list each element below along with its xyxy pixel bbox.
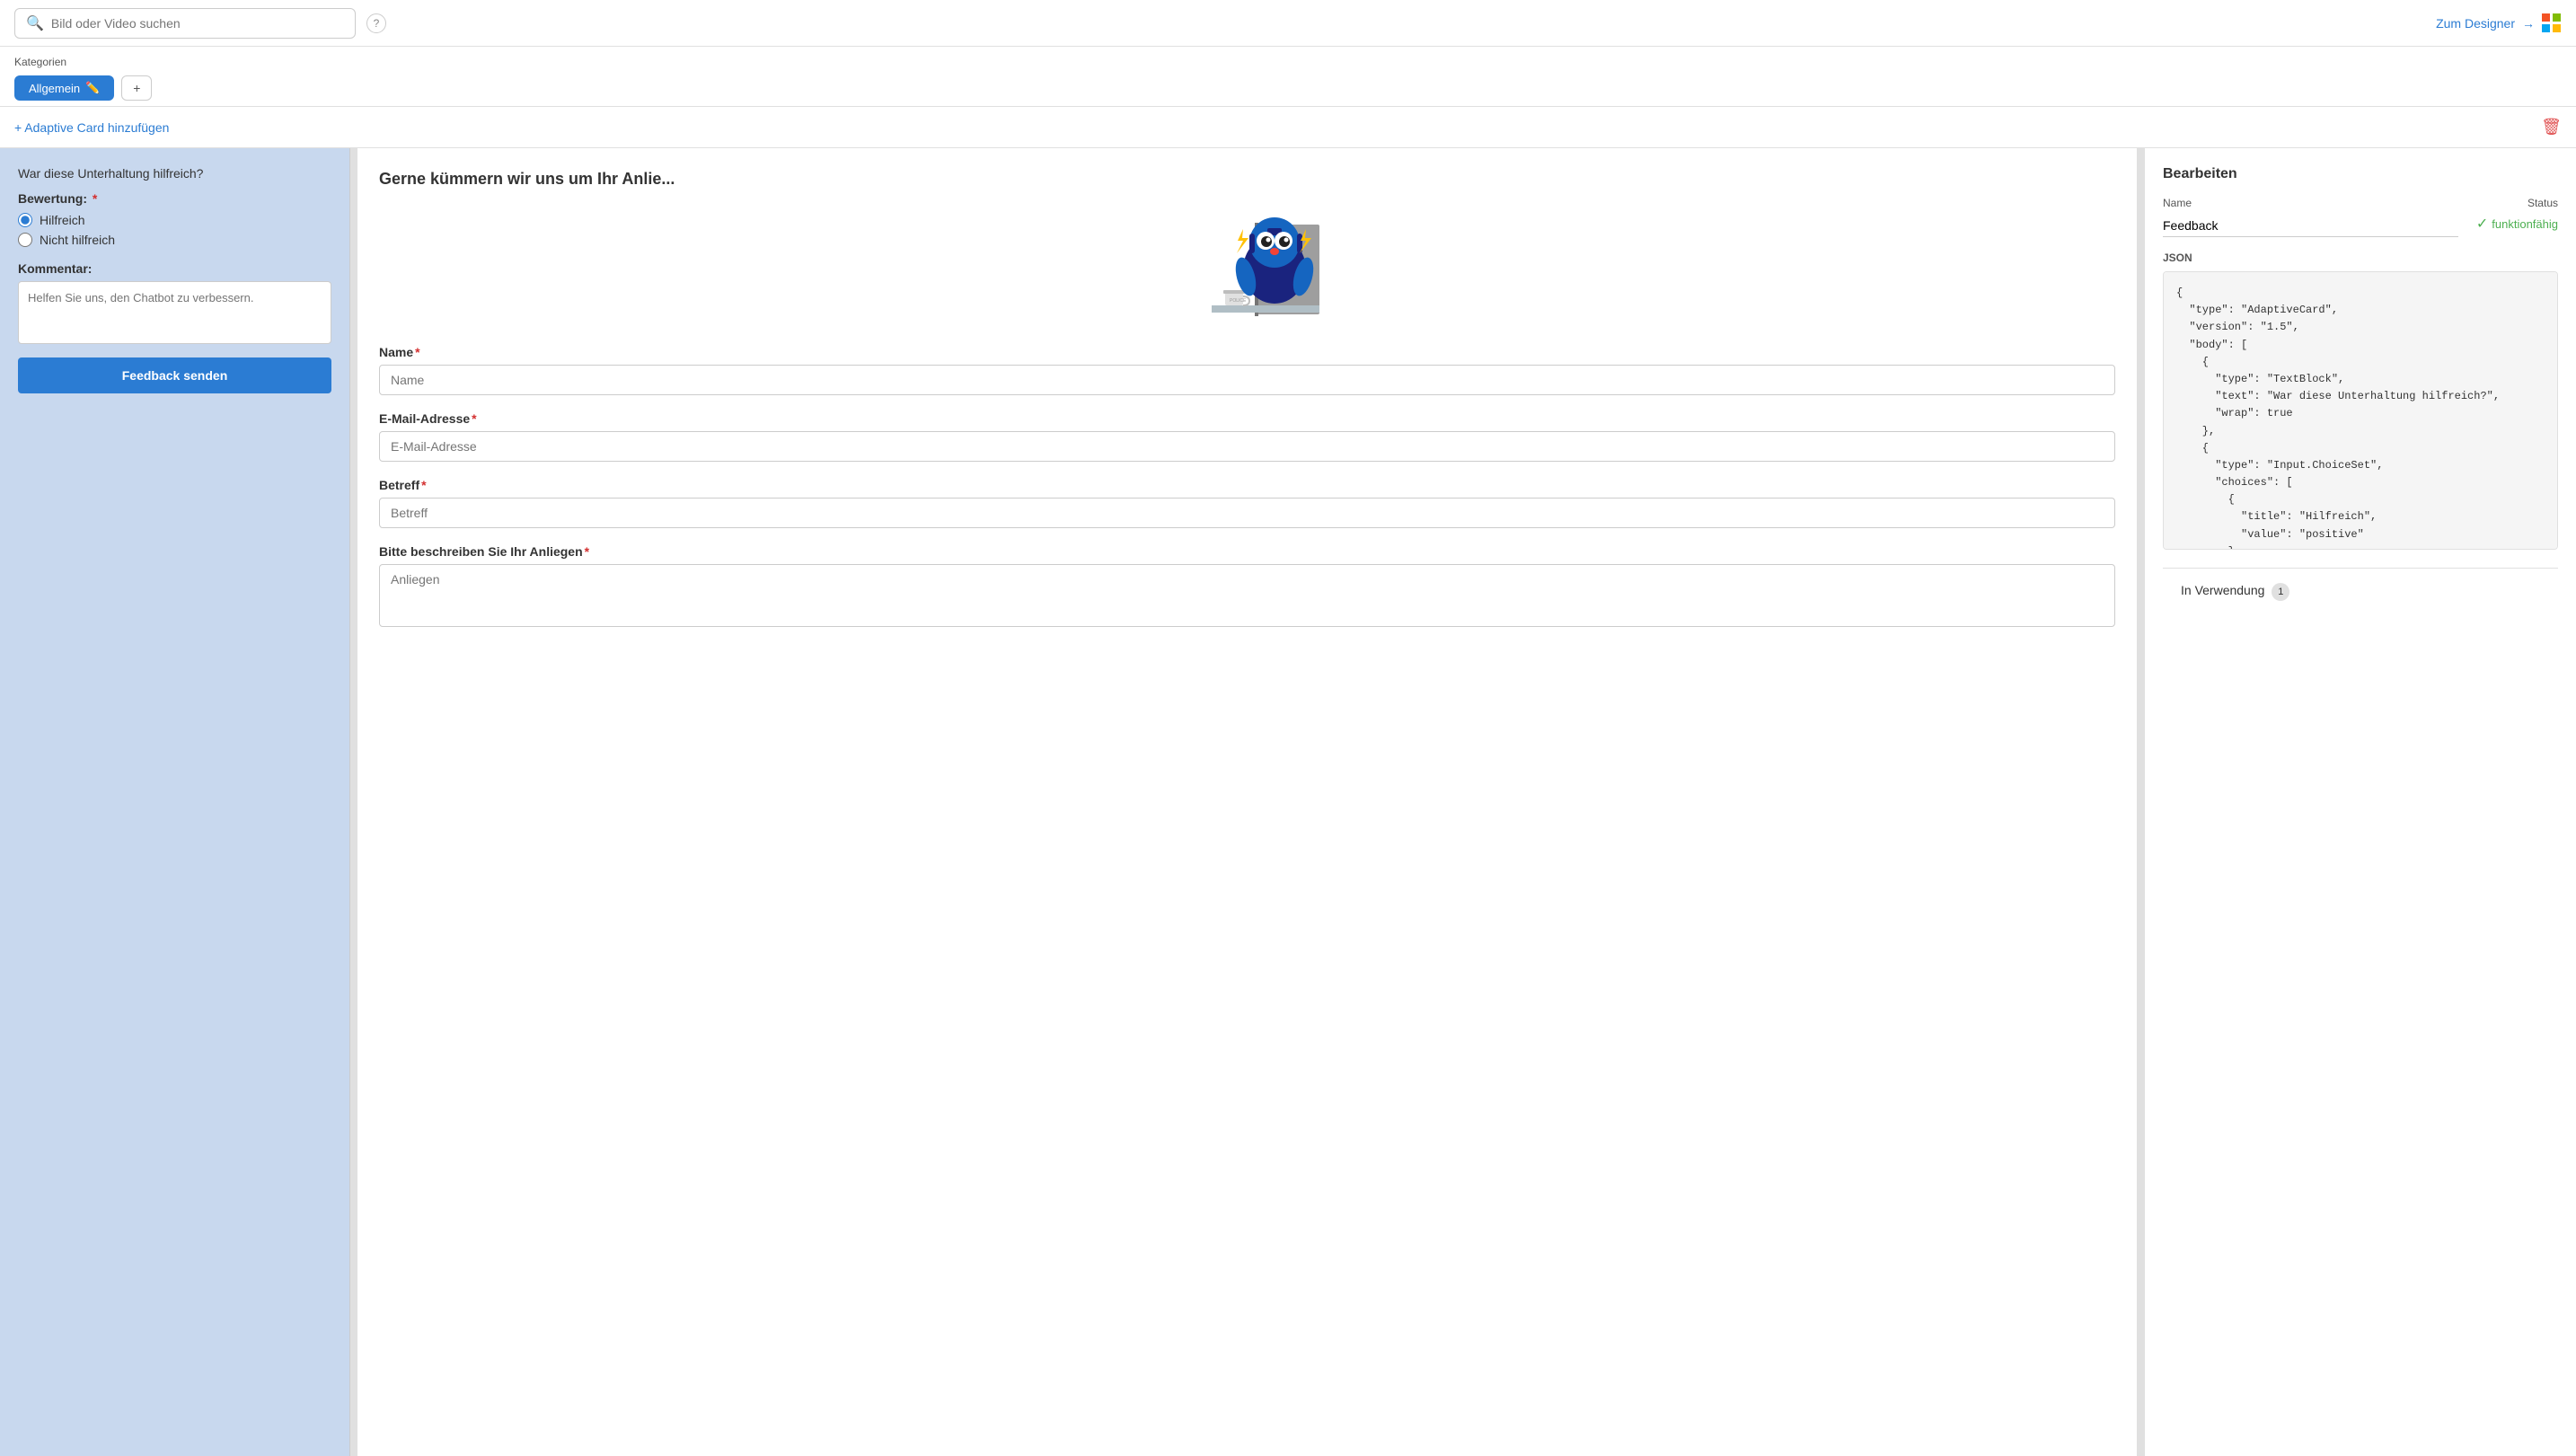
radio-group: Hilfreich Nicht hilfreich xyxy=(18,213,331,247)
help-icon[interactable]: ? xyxy=(366,13,386,33)
editor-name-label: Name xyxy=(2163,197,2458,209)
card-question: War diese Unterhaltung hilfreich? xyxy=(18,166,331,181)
topbar: 🔍 ? Zum Designer → xyxy=(0,0,2576,47)
tab-allgemein[interactable]: Allgemein ✏️ xyxy=(14,75,114,101)
subject-field-label: Betreff * xyxy=(379,478,2115,492)
search-container: 🔍 xyxy=(14,8,356,39)
json-label: JSON xyxy=(2163,251,2558,264)
radio-nicht-hilfreich-input[interactable] xyxy=(18,233,32,247)
editor-name-input[interactable] xyxy=(2163,215,2458,237)
description-required-star: * xyxy=(585,544,589,559)
status-container: Status ✓ funktionfähig xyxy=(2476,197,2558,233)
name-input[interactable] xyxy=(379,365,2115,395)
categories-bar: Kategorien Allgemein ✏️ + xyxy=(0,47,2576,107)
name-field-label: Name * xyxy=(379,345,2115,359)
main-content: War diese Unterhaltung hilfreich? Bewert… xyxy=(0,148,2576,1456)
add-card-bar: + Adaptive Card hinzufügen 🗑 xyxy=(0,107,2576,148)
tab-add-button[interactable]: + xyxy=(121,75,152,101)
add-card-link[interactable]: + Adaptive Card hinzufügen xyxy=(14,120,169,135)
subject-field: Betreff * xyxy=(379,478,2115,528)
radio-nicht-hilfreich-label: Nicht hilfreich xyxy=(40,233,115,247)
subject-input[interactable] xyxy=(379,498,2115,528)
status-label: Status xyxy=(2527,197,2558,209)
subject-required-star: * xyxy=(421,478,426,492)
description-field: Bitte beschreiben Sie Ihr Anliegen * xyxy=(379,544,2115,630)
search-input[interactable] xyxy=(51,16,344,31)
radio-hilfreich-label: Hilfreich xyxy=(40,213,85,227)
designer-link[interactable]: Zum Designer → xyxy=(2436,13,2562,33)
email-input[interactable] xyxy=(379,431,2115,462)
radio-hilfreich[interactable]: Hilfreich xyxy=(18,213,331,227)
bot-image-container: POLICE xyxy=(379,207,2115,323)
submit-feedback-button[interactable]: Feedback senden xyxy=(18,357,331,393)
description-field-label: Bitte beschreiben Sie Ihr Anliegen * xyxy=(379,544,2115,559)
tab-edit-icon: ✏️ xyxy=(85,81,100,95)
name-required-star: * xyxy=(415,345,419,359)
svg-text:POLICE: POLICE xyxy=(1230,298,1247,304)
designer-link-text: Zum Designer xyxy=(2436,16,2515,31)
editor-title: Bearbeiten xyxy=(2163,166,2558,182)
form-title: Gerne kümmern wir uns um Ihr Anlie... xyxy=(379,170,2115,189)
rating-label: Bewertung: * xyxy=(18,191,331,206)
left-panel: War diese Unterhaltung hilfreich? Bewert… xyxy=(0,148,350,1456)
status-value: funktionfähig xyxy=(2492,217,2558,231)
email-field-label: E-Mail-Adresse * xyxy=(379,411,2115,426)
in-verwendung-section: In Verwendung 1 xyxy=(2163,568,2558,615)
description-textarea[interactable] xyxy=(379,564,2115,627)
status-badge: ✓ funktionfähig xyxy=(2476,215,2558,233)
email-field: E-Mail-Adresse * xyxy=(379,411,2115,462)
editor-name-field: Name xyxy=(2163,197,2458,237)
add-card-label: + Adaptive Card hinzufügen xyxy=(14,120,169,135)
bot-illustration: POLICE xyxy=(1158,207,1337,323)
right-panel-divider xyxy=(2138,148,2145,1456)
categories-label: Kategorien xyxy=(14,56,2562,68)
right-panel: Bearbeiten Name Status ✓ funktionfähig J… xyxy=(2145,148,2576,1456)
status-check-icon: ✓ xyxy=(2476,215,2488,233)
comment-label: Kommentar: xyxy=(18,261,331,276)
left-panel-divider xyxy=(350,148,357,1456)
json-editor[interactable]: { "type": "AdaptiveCard", "version": "1.… xyxy=(2163,271,2558,550)
designer-link-arrow: → xyxy=(2522,16,2535,31)
radio-hilfreich-input[interactable] xyxy=(18,213,32,227)
middle-panel: Gerne kümmern wir uns um Ihr Anlie... PO… xyxy=(357,148,2138,1456)
radio-nicht-hilfreich[interactable]: Nicht hilfreich xyxy=(18,233,331,247)
editor-name-row: Name Status ✓ funktionfähig xyxy=(2163,197,2558,237)
comment-textarea[interactable] xyxy=(18,281,331,344)
ms-logo xyxy=(2542,13,2562,33)
name-field: Name * xyxy=(379,345,2115,395)
in-verwendung-title: In Verwendung 1 xyxy=(2181,583,2540,601)
count-badge: 1 xyxy=(2272,583,2289,601)
rating-required-star: * xyxy=(93,191,97,206)
search-icon: 🔍 xyxy=(26,14,44,32)
delete-icon[interactable]: 🗑 xyxy=(2541,118,2562,137)
email-required-star: * xyxy=(472,411,476,426)
categories-tabs: Allgemein ✏️ + xyxy=(14,75,2562,101)
tab-allgemein-label: Allgemein xyxy=(29,82,80,95)
